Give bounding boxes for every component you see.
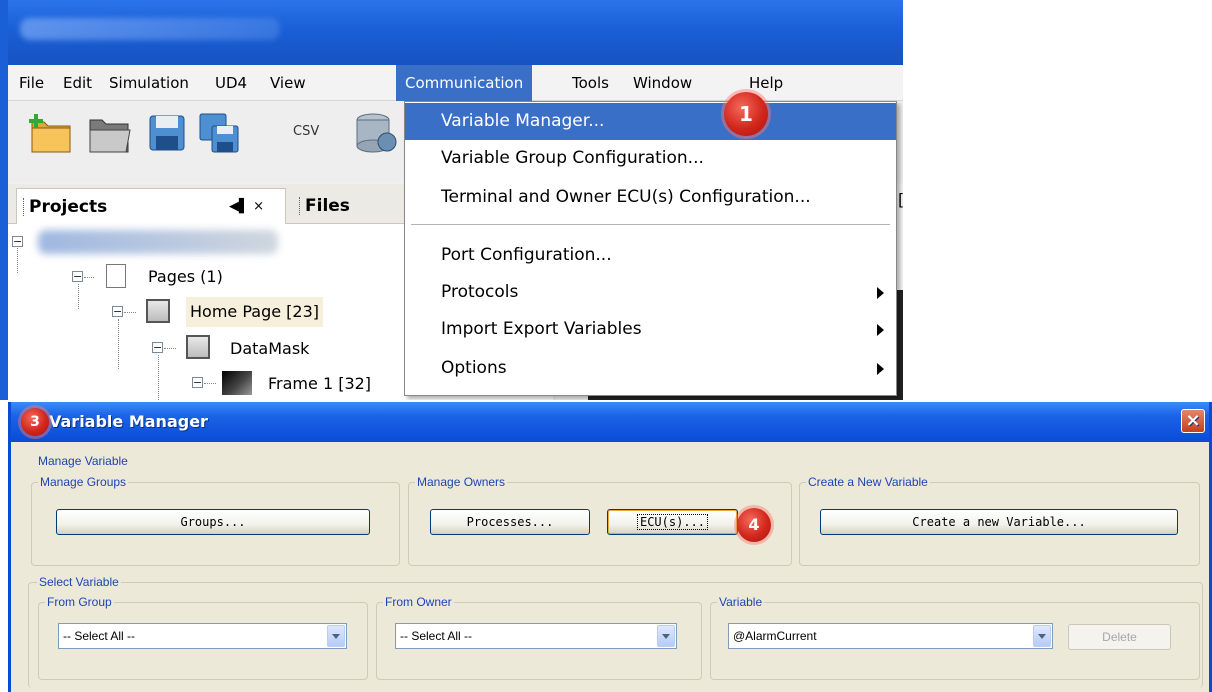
variable-select[interactable]: @AlarmCurrent: [728, 623, 1053, 649]
menu-ud4[interactable]: UD4: [206, 65, 256, 101]
tree-connector: [124, 312, 136, 313]
tree-connector: [78, 284, 79, 309]
manage-groups-legend: Manage Groups: [38, 475, 129, 489]
chevron-down-icon[interactable]: [327, 625, 345, 647]
menu-tools[interactable]: Tools: [563, 65, 618, 101]
processes-button[interactable]: Processes...: [430, 509, 590, 535]
variable-manager-dialog: Variable Manager × 3 Manage Variable Man…: [8, 402, 1212, 692]
menu-edit[interactable]: Edit: [54, 65, 101, 101]
tree-connector: [164, 348, 176, 349]
ecus-button-label: ECU(s)...: [636, 514, 709, 530]
tab-projects[interactable]: Projects ◀▌ ×: [16, 188, 286, 224]
from-group-value: -- Select All --: [63, 629, 136, 643]
ecus-button[interactable]: ECU(s)...: [607, 509, 738, 535]
tab-projects-label: Projects: [29, 197, 108, 217]
manage-variable-legend: Manage Variable: [36, 454, 130, 468]
submenu-arrow-icon: [877, 287, 884, 299]
menu-bar: File Edit Simulation UD4 View Communicat…: [8, 65, 903, 101]
create-new-variable-button[interactable]: Create a new Variable...: [820, 509, 1178, 535]
groups-button[interactable]: Groups...: [56, 509, 370, 535]
save-icon[interactable]: [144, 112, 190, 154]
tree-connector: [84, 277, 94, 278]
datamask-icon: [186, 335, 210, 359]
tree-item-pages[interactable]: Pages (1): [148, 262, 223, 292]
tab-grip: [299, 197, 302, 215]
tree-connector: [158, 355, 159, 400]
from-group-group: From Group -- Select All --: [38, 595, 368, 680]
submenu-arrow-icon: [877, 324, 884, 336]
step-badge-4: 4: [737, 508, 771, 542]
ide-window: File Edit Simulation UD4 View Communicat…: [0, 0, 903, 400]
dialog-title: Variable Manager: [49, 412, 208, 431]
screen-icon: [146, 299, 170, 323]
menu-item-protocols[interactable]: Protocols: [405, 274, 896, 311]
menu-communication[interactable]: Communication: [396, 65, 533, 101]
close-button[interactable]: ×: [1181, 409, 1205, 433]
tree-item-frame[interactable]: Frame 1 [32]: [268, 369, 371, 399]
tree-connector: [204, 383, 216, 384]
step-badge-3: 3: [21, 408, 49, 436]
menu-item-variable-group-configuration[interactable]: Variable Group Configuration...: [405, 140, 896, 177]
tree-collapse-toggle[interactable]: −: [152, 342, 163, 353]
pages-icon: [106, 264, 126, 288]
chevron-down-icon[interactable]: [1033, 625, 1051, 647]
menu-item-port-configuration[interactable]: Port Configuration...: [405, 237, 896, 274]
menu-simulation[interactable]: Simulation: [100, 65, 198, 101]
menu-item-import-export-label: Import Export Variables: [441, 319, 642, 339]
blurred-project-name: [38, 230, 278, 254]
database-refresh-icon[interactable]: [353, 112, 399, 154]
tree-item-home-page[interactable]: Home Page [23]: [186, 297, 323, 327]
from-owner-select[interactable]: -- Select All --: [395, 623, 677, 649]
new-project-icon[interactable]: [28, 112, 74, 154]
delete-button[interactable]: Delete: [1068, 624, 1171, 650]
tree-collapse-toggle[interactable]: −: [112, 306, 123, 317]
chevron-down-icon[interactable]: [657, 625, 675, 647]
variable-legend: Variable: [717, 595, 765, 609]
from-owner-legend: From Owner: [383, 595, 454, 609]
tree-collapse-toggle[interactable]: −: [192, 377, 203, 388]
tree-collapse-toggle[interactable]: −: [72, 271, 83, 282]
editor-tab-fragment: [2: [898, 190, 903, 209]
csv-toolbar-label[interactable]: CSV: [293, 124, 319, 139]
open-project-icon[interactable]: [86, 112, 132, 154]
menu-file[interactable]: File: [10, 65, 53, 101]
manage-owners-legend: Manage Owners: [415, 475, 508, 489]
tab-grip: [23, 198, 26, 216]
tree-item-datamask[interactable]: DataMask: [230, 334, 309, 364]
menu-window[interactable]: Window: [624, 65, 701, 101]
create-variable-legend: Create a New Variable: [806, 475, 930, 489]
step-badge-1: 1: [724, 92, 768, 136]
menu-view[interactable]: View: [261, 65, 315, 101]
submenu-arrow-icon: [877, 363, 884, 375]
menu-item-protocols-label: Protocols: [441, 282, 519, 302]
from-group-select[interactable]: -- Select All --: [58, 623, 347, 649]
frame-icon: [222, 371, 252, 395]
from-group-legend: From Group: [45, 595, 114, 609]
dialog-title-bar: Variable Manager ×: [11, 402, 1209, 442]
from-owner-value: -- Select All --: [400, 629, 473, 643]
tree-collapse-toggle[interactable]: −: [12, 236, 23, 247]
menu-item-terminal-owner-ecu-configuration[interactable]: Terminal and Owner ECU(s) Configuration.…: [405, 179, 896, 216]
menu-separator: [411, 224, 890, 226]
communication-menu: Variable Manager... Variable Group Confi…: [404, 101, 897, 396]
menu-item-options-label: Options: [441, 358, 507, 378]
save-all-icon[interactable]: [196, 112, 242, 154]
menu-item-options[interactable]: Options: [405, 350, 896, 387]
select-variable-legend: Select Variable: [37, 575, 121, 589]
create-variable-group: Create a New Variable Create a new Varia…: [799, 475, 1200, 566]
menu-item-import-export-variables[interactable]: Import Export Variables: [405, 311, 896, 348]
tab-close-controls[interactable]: ◀▌ ×: [229, 189, 264, 225]
blurred-window-title: [20, 18, 280, 40]
menu-item-variable-manager[interactable]: Variable Manager...: [405, 103, 896, 140]
manage-owners-group: Manage Owners Processes... ECU(s)...: [408, 475, 792, 566]
tab-files[interactable]: Files: [293, 188, 393, 224]
variable-value: @AlarmCurrent: [733, 629, 817, 643]
from-owner-group: From Owner -- Select All --: [376, 595, 702, 680]
manage-groups-group: Manage Groups Groups...: [31, 475, 400, 566]
tab-files-label: Files: [305, 196, 350, 216]
tree-connector: [118, 319, 119, 369]
variable-group: Variable @AlarmCurrent Delete: [710, 595, 1200, 680]
tree-connector: [17, 248, 18, 273]
window-title-bar: [8, 0, 903, 65]
